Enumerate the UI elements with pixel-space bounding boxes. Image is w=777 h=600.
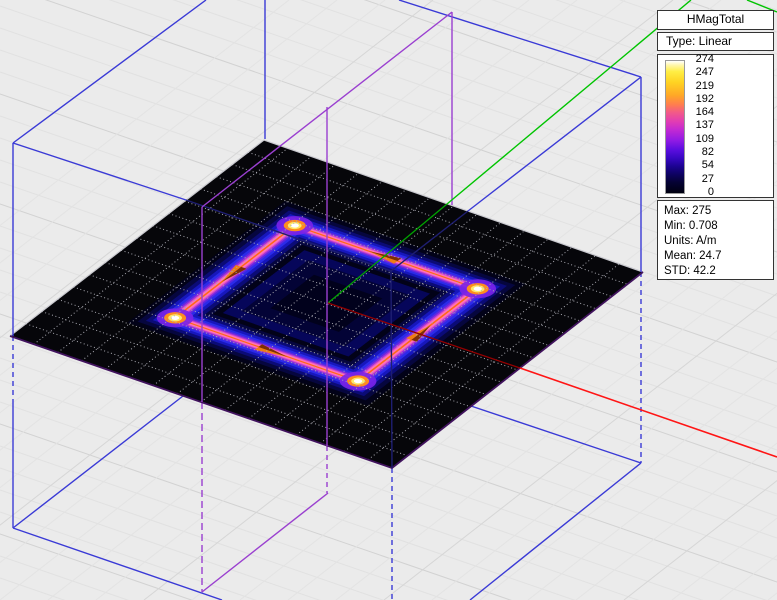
tick-label: 0 [688,186,714,199]
legend-color-scale: 274 247 219 192 164 137 109 82 54 27 0 [657,54,774,198]
stat-units: Units: A/m [664,234,773,249]
stat-max: Max: 275 [664,204,773,219]
legend-title: HMagTotal [657,10,774,30]
tick-label: 54 [688,159,714,172]
colorbar-tick-labels: 274 247 219 192 164 137 109 82 54 27 0 [688,53,714,199]
tick-label: 247 [688,66,714,79]
tick-label: 164 [688,106,714,119]
tick-label: 27 [688,173,714,186]
legend-scale-type: Type: Linear [657,32,774,51]
legend-statistics: Max: 275 Min: 0.708 Units: A/m Mean: 24.… [657,200,774,280]
3d-modeler-viewport[interactable]: HMagTotal Type: Linear 274 247 219 192 1… [0,0,777,600]
tick-label: 82 [688,146,714,159]
tick-label: 137 [688,119,714,132]
stat-std: STD: 42.2 [664,264,773,279]
stat-mean: Mean: 24.7 [664,249,773,264]
tick-label: 192 [688,93,714,106]
tick-label: 219 [688,80,714,93]
tick-label: 109 [688,133,714,146]
stat-min: Min: 0.708 [664,219,773,234]
colorbar-gradient [665,60,685,194]
tick-label: 274 [688,53,714,66]
